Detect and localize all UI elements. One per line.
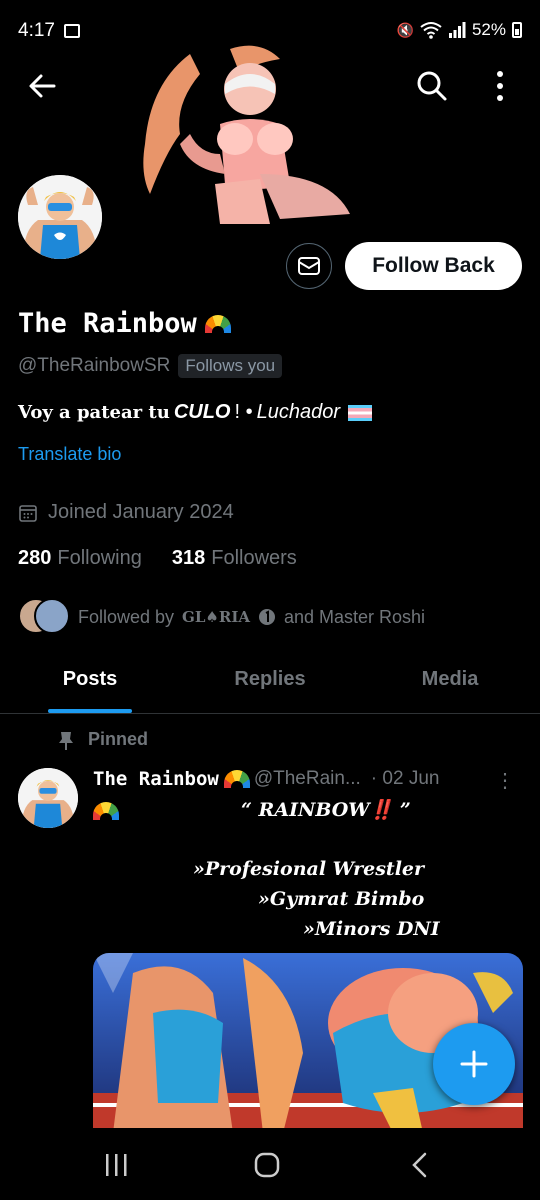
calendar-icon <box>19 504 37 522</box>
handle-row: @TheRainbowSR Follows you <box>18 354 283 378</box>
bio-text-4: Luchador <box>256 401 341 423</box>
bio-text-1: Voy a patear tu <box>18 402 170 423</box>
verified-number-icon <box>258 609 275 625</box>
post-body: “ RAINBOW‼️ ” »Profesional Wrestler »Gym… <box>93 796 523 940</box>
follows-you-badge: Follows you <box>178 354 283 378</box>
post-line-1: “ RAINBOW‼️ ” <box>241 799 411 821</box>
message-button[interactable] <box>286 243 332 289</box>
gallery-notification-icon <box>64 24 80 38</box>
mute-icon: 🔇 <box>396 21 414 38</box>
followed-by-prefix: Followed by <box>78 606 175 627</box>
status-right: 🔇 52% <box>397 20 522 40</box>
recent-apps-icon[interactable] <box>96 1150 136 1180</box>
rainbow-emoji-icon <box>204 314 231 333</box>
pinned-text: Pinned <box>88 729 149 749</box>
profile-bio: Voy a patear tu CULO ! • Luchador <box>18 401 373 424</box>
follow-back-button[interactable]: Follow Back <box>345 242 522 290</box>
mail-icon <box>298 257 320 275</box>
followers-label[interactable]: Followers <box>211 547 297 570</box>
tab-posts[interactable]: Posts <box>0 656 180 713</box>
pinned-label: Pinned <box>58 729 148 750</box>
pin-icon <box>59 731 73 750</box>
tab-replies[interactable]: Replies <box>180 656 360 713</box>
bio-text-2: CULO <box>173 401 231 423</box>
translate-bio-link[interactable]: Translate bio <box>18 444 121 465</box>
post-author-name[interactable]: The Rainbow <box>93 768 219 790</box>
profile-avatar[interactable] <box>18 175 102 259</box>
back-arrow-icon[interactable] <box>24 68 60 104</box>
battery-icon <box>512 22 522 38</box>
status-time: 4:17 <box>18 20 55 41</box>
joined-date: Joined January 2024 <box>18 501 234 524</box>
follow-stats: 280 Following 318 Followers <box>18 547 297 570</box>
profile-banner-image[interactable] <box>130 44 360 224</box>
post-date[interactable]: · 02 Jun <box>371 768 440 790</box>
more-options-icon[interactable] <box>484 68 516 104</box>
profile-handle: @TheRainbowSR <box>18 355 171 376</box>
post-line-3: »Gymrat Bimbo <box>258 888 425 910</box>
followed-by-name: GL♠RIA <box>182 608 250 626</box>
following-count[interactable]: 280 <box>18 547 51 570</box>
post-author-handle[interactable]: @TheRain... <box>254 768 361 790</box>
profile-name-text: The Rainbow <box>18 308 197 339</box>
home-icon[interactable] <box>247 1150 287 1180</box>
followed-by-suffix: and Master Roshi <box>283 606 426 627</box>
followers-count[interactable]: 318 <box>172 547 205 570</box>
post-more-icon[interactable]: ⋮ <box>495 768 515 793</box>
trans-flag-icon <box>348 404 373 421</box>
plus-icon <box>460 1050 488 1078</box>
tab-media[interactable]: Media <box>360 656 540 713</box>
follower-avatar <box>34 598 70 634</box>
signal-icon <box>448 22 466 38</box>
post-author-avatar[interactable] <box>18 768 78 828</box>
joined-text: Joined January 2024 <box>48 501 234 523</box>
profile-name: The Rainbow <box>18 308 231 339</box>
bio-text-3: ! • <box>234 401 253 423</box>
rainbow-emoji-icon <box>223 770 250 788</box>
followed-by-avatars <box>18 598 70 636</box>
post-line-2: »Profesional Wrestler <box>193 858 425 880</box>
post-header: The Rainbow @TheRain... · 02 Jun ⋮ <box>93 768 523 793</box>
post-line-4: »Minors DNI <box>303 918 440 940</box>
followed-by-row[interactable]: Followed by GL♠RIA and Master Roshi <box>18 598 425 636</box>
rainbow-emoji-icon <box>93 802 119 820</box>
system-nav-bar <box>0 1128 540 1200</box>
battery-percent: 52% <box>471 20 506 39</box>
following-label[interactable]: Following <box>57 547 141 570</box>
back-icon[interactable] <box>400 1150 440 1180</box>
profile-tabs: Posts Replies Media <box>0 656 540 714</box>
wifi-icon <box>420 22 442 39</box>
search-icon[interactable] <box>414 68 450 104</box>
compose-post-button[interactable] <box>433 1023 515 1105</box>
